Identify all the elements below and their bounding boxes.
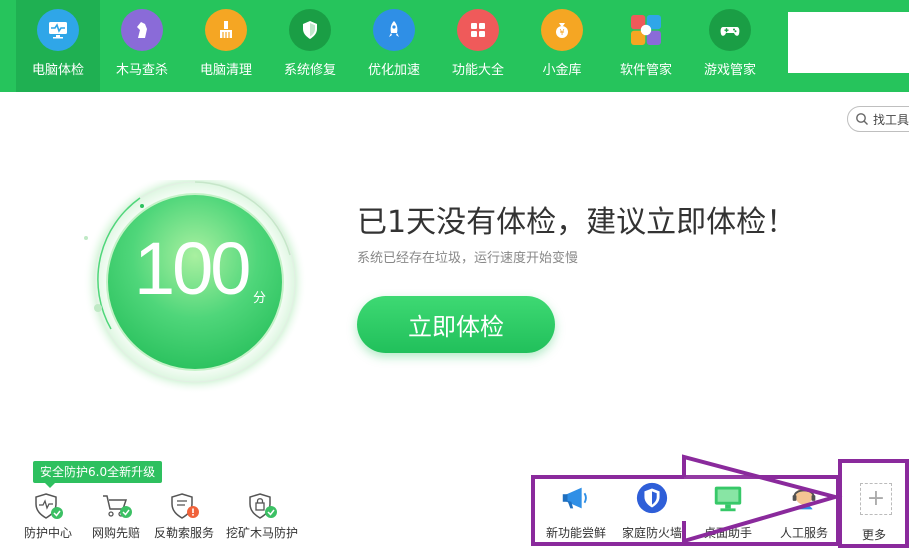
human-service-button[interactable]: 人工服务 — [774, 480, 834, 541]
search-label: 找工具 — [873, 112, 909, 127]
rocket-icon — [373, 9, 415, 51]
new-features-button[interactable]: 新功能尝鲜 — [546, 480, 606, 541]
tool-label: 反勒索服务 — [154, 526, 215, 540]
tool-label: 家庭防火墙 — [622, 526, 683, 540]
tool-label: 网购先赔 — [92, 526, 141, 540]
nav-label: 功能大全 — [451, 63, 504, 78]
flower-icon — [625, 9, 667, 51]
nav-label: 游戏管家 — [703, 63, 756, 78]
shield-lock-icon — [249, 493, 277, 519]
top-nav: 电脑体检 木马查杀 电脑清理 系统修复 优化加速 功能大全 ¥ 小金库 软件管家… — [0, 0, 909, 92]
coin-bag-icon: ¥ — [541, 9, 583, 51]
nav-item-trojan-scan[interactable]: 木马查杀 — [100, 0, 184, 92]
more-label[interactable]: 更多 — [862, 526, 886, 543]
home-firewall-button[interactable]: 家庭防火墙 — [622, 480, 682, 541]
nav-label: 优化加速 — [367, 63, 420, 78]
nav-item-all-features[interactable]: 功能大全 — [436, 0, 520, 92]
score-unit: 分 — [253, 291, 267, 306]
protection-center-button[interactable]: 防护中心 — [24, 491, 72, 541]
app-window: 电脑体检 木马查杀 电脑清理 系统修复 优化加速 功能大全 ¥ 小金库 软件管家… — [0, 0, 909, 553]
gamepad-icon — [709, 9, 751, 51]
start-checkup-button[interactable]: 立即体检 — [357, 296, 555, 353]
nav-label: 电脑清理 — [199, 63, 252, 78]
upgrade-badge[interactable]: 安全防护6.0全新升级 — [33, 461, 163, 488]
checkup-headline: 已1天没有体检，建议立即体检！ — [357, 205, 797, 240]
nav-label: 木马查杀 — [115, 63, 168, 78]
firewall-shield-icon — [634, 480, 670, 516]
nav-label: 软件管家 — [619, 63, 672, 78]
svg-text:¥: ¥ — [559, 28, 564, 37]
mining-trojan-protection-button[interactable]: 挖矿木马防护 — [226, 491, 298, 541]
nav-label: 小金库 — [542, 63, 582, 78]
checkup-subline: 系统已经存在垃圾，运行速度开始变慢 — [357, 251, 579, 266]
nav-item-speedup[interactable]: 优化加速 — [352, 0, 436, 92]
cart-icon — [103, 495, 132, 518]
nav-label: 系统修复 — [283, 63, 336, 78]
tool-search-input[interactable]: 找工具 — [847, 106, 909, 132]
nav-item-vault[interactable]: ¥ 小金库 — [520, 0, 604, 92]
shopping-compensation-button[interactable]: 网购先赔 — [92, 491, 140, 541]
broom-icon — [205, 9, 247, 51]
nav-item-software-manager[interactable]: 软件管家 — [604, 0, 688, 92]
desktop-assistant-button[interactable]: 桌面助手 — [698, 480, 758, 541]
tool-label: 新功能尝鲜 — [546, 526, 607, 540]
horse-icon — [121, 9, 163, 51]
tool-label: 人工服务 — [779, 526, 828, 540]
score-value: 100 — [134, 227, 251, 310]
nav-item-checkup[interactable]: 电脑体检 — [16, 0, 100, 92]
shield-pulse-icon — [35, 493, 63, 519]
plus-icon[interactable]: + — [860, 483, 892, 515]
shield-icon — [289, 9, 331, 51]
nav-label: 电脑体检 — [31, 63, 84, 78]
monitor-pulse-icon — [37, 9, 79, 51]
tool-label: 防护中心 — [24, 526, 73, 540]
nav-item-cleanup[interactable]: 电脑清理 — [184, 0, 268, 92]
tool-label: 挖矿木马防护 — [226, 526, 299, 540]
search-icon — [856, 113, 868, 125]
desktop-icon — [710, 480, 746, 516]
nav-item-system-repair[interactable]: 系统修复 — [268, 0, 352, 92]
tool-label: 桌面助手 — [703, 526, 752, 540]
service-icon — [786, 480, 822, 516]
header-blank-area — [788, 12, 909, 73]
grid-icon — [457, 9, 499, 51]
megaphone-icon — [558, 480, 594, 516]
shield-alert-icon — [171, 493, 199, 519]
anti-ransomware-button[interactable]: 反勒索服务 — [154, 491, 214, 541]
nav-item-game-manager[interactable]: 游戏管家 — [688, 0, 772, 92]
